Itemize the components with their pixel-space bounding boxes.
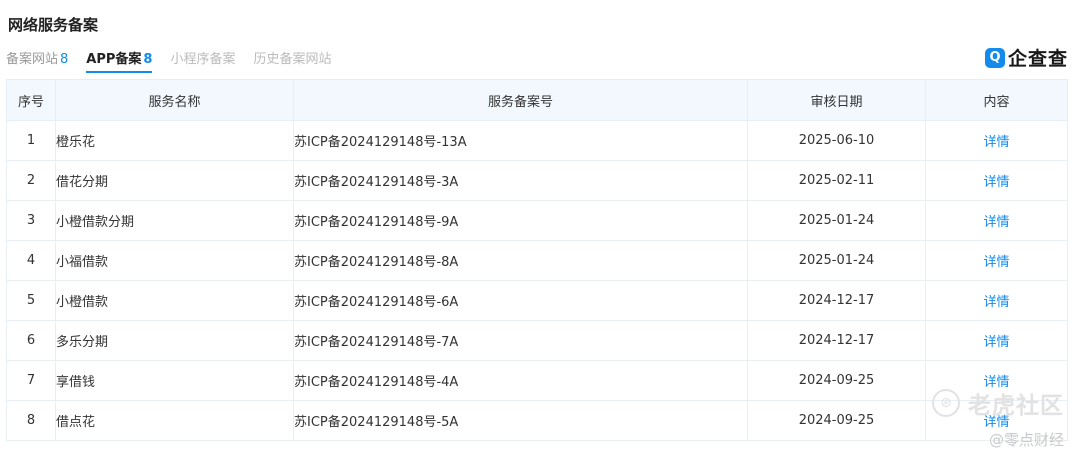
- row-index: 5: [6, 280, 56, 321]
- detail-link[interactable]: 详情: [983, 335, 1009, 350]
- record-number: 苏ICP备2024129148号-13A: [293, 120, 748, 161]
- tab-miniprogram-records[interactable]: 小程序备案: [170, 48, 235, 73]
- brand-name: 企查查: [1007, 48, 1068, 70]
- tab-label: APP备案: [86, 52, 142, 67]
- app-records-table: 序号 服务名称 服务备案号 审核日期 内容 1 橙乐花 苏ICP备2024129…: [6, 79, 1068, 441]
- service-name: 小福借款: [55, 240, 294, 281]
- detail-link[interactable]: 详情: [983, 295, 1009, 310]
- tab-label: 小程序备案: [170, 52, 236, 67]
- review-date: 2024-12-17: [747, 280, 926, 321]
- record-number: 苏ICP备2024129148号-3A: [293, 160, 748, 201]
- qichacha-logo-icon: Q: [984, 47, 1005, 68]
- detail-link[interactable]: 详情: [983, 215, 1009, 230]
- service-name: 多乐分期: [55, 320, 294, 361]
- table-header-row: 序号 服务名称 服务备案号 审核日期 内容: [6, 79, 1068, 121]
- detail-link[interactable]: 详情: [983, 255, 1009, 270]
- table-row: 5 小橙借款 苏ICP备2024129148号-6A 2024-12-17 详情: [6, 280, 1068, 321]
- review-date: 2024-09-25: [747, 360, 926, 401]
- review-date: 2025-06-10: [747, 120, 926, 161]
- table-row: 4 小福借款 苏ICP备2024129148号-8A 2025-01-24 详情: [6, 240, 1068, 281]
- review-date: 2025-01-24: [747, 200, 926, 241]
- tab-label: 历史备案网站: [253, 52, 332, 67]
- service-name: 借点花: [55, 400, 294, 441]
- watermark-tiger-community: ⊛ 老虎社区: [932, 386, 1064, 420]
- table-row: 3 小橙借款分期 苏ICP备2024129148号-9A 2025-01-24 …: [6, 200, 1068, 241]
- row-index: 1: [6, 120, 56, 161]
- service-name: 橙乐花: [55, 120, 294, 161]
- tab-history-website-records[interactable]: 历史备案网站: [253, 48, 331, 73]
- record-number: 苏ICP备2024129148号-9A: [293, 200, 748, 241]
- service-name: 小橙借款分期: [55, 200, 294, 241]
- tiger-logo-icon: ⊛: [932, 389, 960, 417]
- review-date: 2024-12-17: [747, 320, 926, 361]
- header-record-number: 服务备案号: [293, 79, 748, 121]
- record-tabs: 备案网站 8 APP备案 8 小程序备案 历史备案网站: [6, 48, 350, 73]
- review-date: 2025-01-24: [747, 240, 926, 281]
- table-row: 1 橙乐花 苏ICP备2024129148号-13A 2025-06-10 详情: [6, 120, 1068, 161]
- tab-count: 8: [143, 52, 153, 67]
- detail-link[interactable]: 详情: [983, 135, 1009, 150]
- service-name: 享借钱: [55, 360, 294, 401]
- row-index: 7: [6, 360, 56, 401]
- tab-label: 备案网站: [6, 52, 59, 67]
- tab-website-records[interactable]: 备案网站 8: [6, 48, 68, 73]
- tab-count: 8: [60, 52, 69, 67]
- row-index: 4: [6, 240, 56, 281]
- service-name: 小橙借款: [55, 280, 294, 321]
- table-row: 6 多乐分期 苏ICP备2024129148号-7A 2024-12-17 详情: [6, 320, 1068, 361]
- table-row: 8 借点花 苏ICP备2024129148号-5A 2024-09-25 详情: [6, 400, 1068, 441]
- header-content: 内容: [925, 79, 1068, 121]
- record-number: 苏ICP备2024129148号-4A: [293, 360, 748, 401]
- review-date: 2025-02-11: [747, 160, 926, 201]
- row-index: 2: [6, 160, 56, 201]
- table-row: 2 借花分期 苏ICP备2024129148号-3A 2025-02-11 详情: [6, 160, 1068, 201]
- brand-logo: Q 企查查: [984, 44, 1068, 71]
- header-index: 序号: [6, 79, 56, 121]
- watermark-main-text: 老虎社区: [968, 393, 1064, 419]
- row-index: 6: [6, 320, 56, 361]
- service-name: 借花分期: [55, 160, 294, 201]
- watermark-sub-text: @零点财经: [988, 431, 1064, 449]
- detail-link[interactable]: 详情: [983, 175, 1009, 190]
- header-review-date: 审核日期: [747, 79, 926, 121]
- record-number: 苏ICP备2024129148号-7A: [293, 320, 748, 361]
- record-number: 苏ICP备2024129148号-5A: [293, 400, 748, 441]
- table-row: 7 享借钱 苏ICP备2024129148号-4A 2024-09-25 详情: [6, 360, 1068, 401]
- record-number: 苏ICP备2024129148号-8A: [293, 240, 748, 281]
- row-index: 3: [6, 200, 56, 241]
- header-service-name: 服务名称: [55, 79, 294, 121]
- record-number: 苏ICP备2024129148号-6A: [293, 280, 748, 321]
- row-index: 8: [6, 400, 56, 441]
- review-date: 2024-09-25: [747, 400, 926, 441]
- tab-app-records[interactable]: APP备案 8: [86, 48, 153, 73]
- section-title: 网络服务备案: [8, 16, 99, 34]
